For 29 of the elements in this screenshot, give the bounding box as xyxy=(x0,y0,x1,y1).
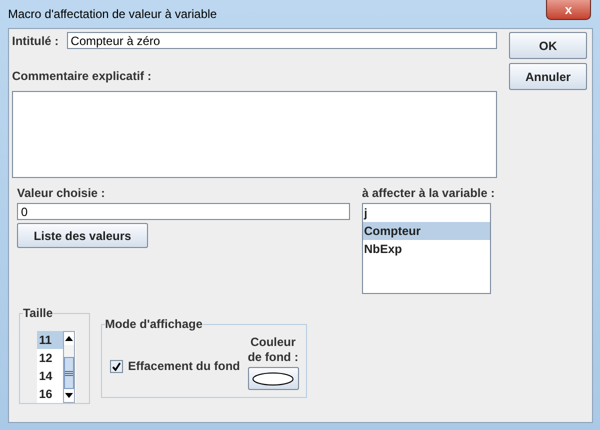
dialog-button[interactable]: OK xyxy=(509,32,587,59)
checkbox-label: Effacement du fond xyxy=(128,359,240,373)
close-button[interactable]: x xyxy=(546,0,591,20)
values-list-button[interactable]: Liste des valeurs xyxy=(17,223,148,248)
list-item[interactable]: 11 xyxy=(37,331,63,349)
value-field[interactable]: 0 xyxy=(17,203,350,220)
group-legend: Mode d'affichage xyxy=(105,317,203,331)
field-label: Intitulé : xyxy=(12,34,59,48)
dialog-button[interactable]: Annuler xyxy=(509,63,587,90)
ellipse-icon xyxy=(252,372,294,386)
list-item[interactable]: j xyxy=(363,204,490,222)
color-button[interactable] xyxy=(248,367,299,390)
list-item[interactable]: NbExp xyxy=(363,240,490,258)
field-label: à affecter à la variable : xyxy=(362,186,495,200)
variable-list[interactable]: j Compteur NbExp xyxy=(362,203,491,294)
field-label: Valeur choisie : xyxy=(17,186,106,200)
scrollbar[interactable] xyxy=(63,331,75,403)
checkbox[interactable] xyxy=(110,360,123,372)
field-label: Commentaire explicatif : xyxy=(12,69,152,83)
comment-field[interactable] xyxy=(12,91,497,178)
scroll-thumb[interactable] xyxy=(64,357,74,389)
list-item[interactable]: 14 xyxy=(37,367,63,385)
list-item[interactable]: 12 xyxy=(37,349,63,367)
title-field[interactable]: Compteur à zéro xyxy=(66,32,497,49)
list-item[interactable]: Compteur xyxy=(363,222,490,240)
group-legend: Taille xyxy=(23,306,53,320)
list-item[interactable]: 16 xyxy=(37,385,63,403)
color-label: Couleur de fond : xyxy=(246,335,300,365)
window-title: Macro d'affectation de valeur à variable xyxy=(8,7,217,21)
